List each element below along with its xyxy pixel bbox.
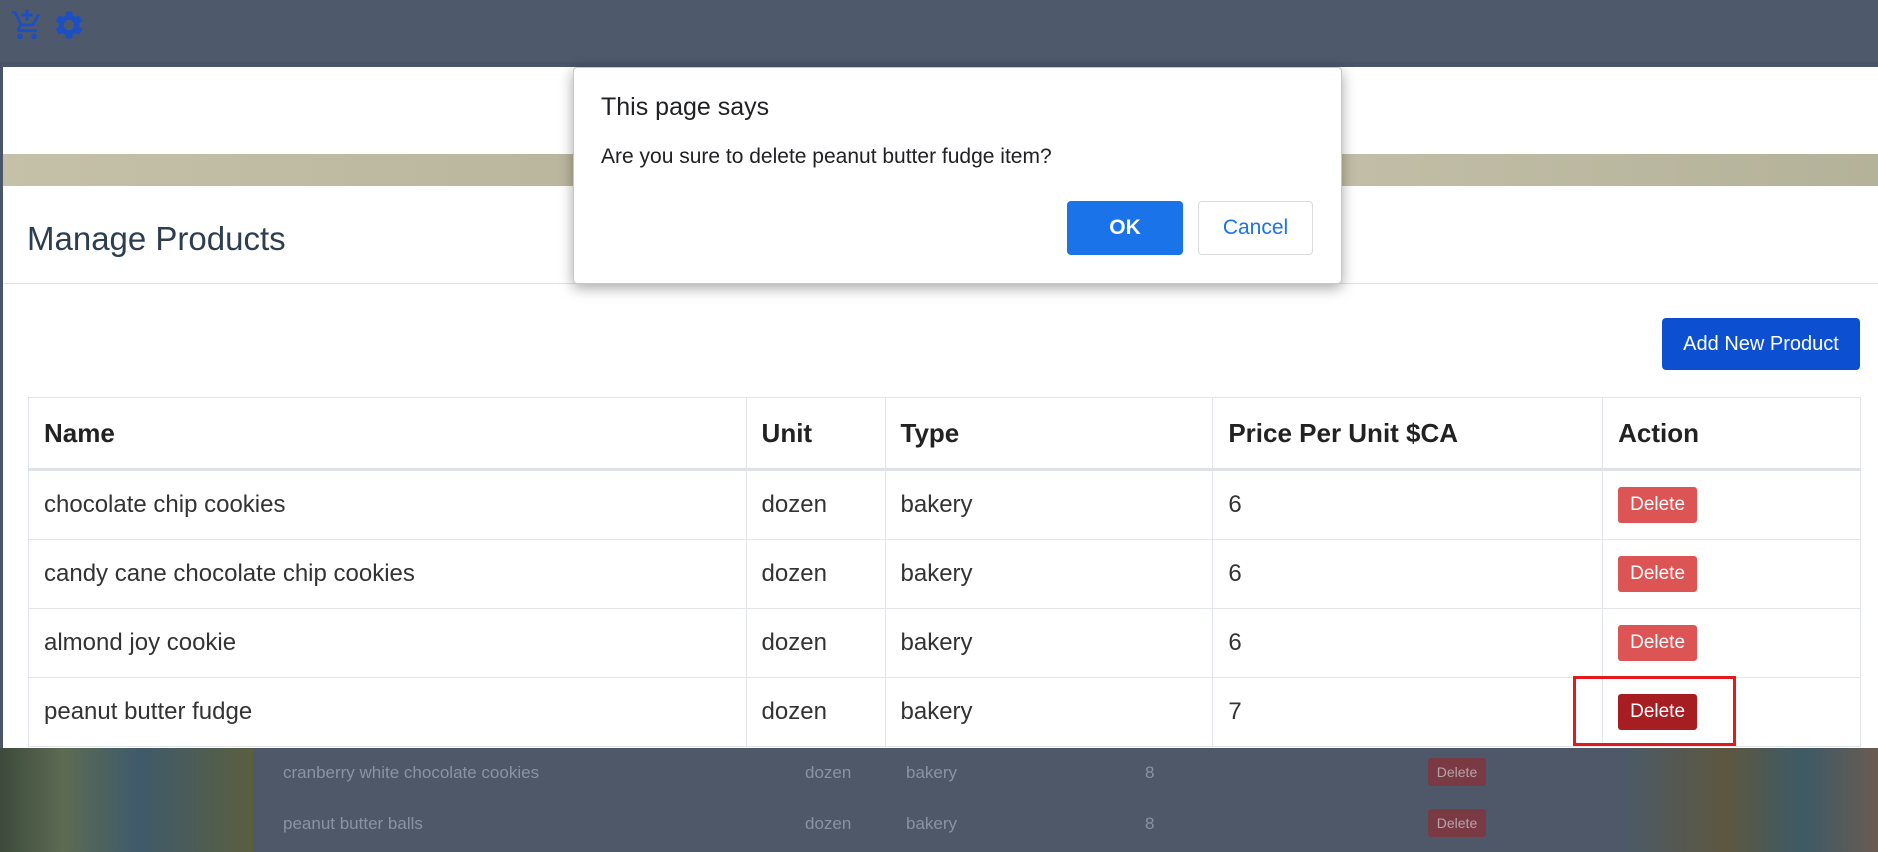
bg-cell-unit: dozen [805,763,852,782]
click-highlight-box [1573,676,1736,746]
column-header-price: Price Per Unit $CA [1212,397,1604,471]
add-new-product-button[interactable]: Add New Product [1662,318,1860,370]
column-header-type: Type [884,397,1214,471]
background-image-right [1625,748,1878,852]
cell-type: bakery [884,539,1214,609]
table-row: candy cane chocolate chip cookies dozen … [28,539,1861,609]
cell-name: candy cane chocolate chip cookies [28,539,747,609]
cell-price: 6 [1212,539,1604,609]
background-image-left [0,748,253,852]
cell-price: 6 [1212,469,1604,540]
cell-action: Delete [1602,608,1861,678]
ok-button[interactable]: OK [1067,201,1183,255]
cell-name: peanut butter fudge [28,677,747,747]
cart-icon[interactable] [10,8,44,42]
confirm-dialog: This page says Are you sure to delete pe… [573,67,1342,284]
cell-unit: dozen [745,677,886,747]
bg-cell-price: 8 [1145,814,1155,833]
bg-cell-name: cranberry white chocolate cookies [283,763,540,782]
cell-type: bakery [884,469,1214,540]
cell-unit: dozen [745,539,886,609]
bg-delete-button: Delete [1428,809,1486,837]
cell-name: chocolate chip cookies [28,469,747,540]
bg-cell-price: 8 [1145,763,1155,782]
cell-type: bakery [884,608,1214,678]
gear-icon[interactable] [52,8,86,42]
cell-unit: dozen [745,469,886,540]
column-header-name: Name [28,397,747,471]
background-table-row: cranberry white chocolate cookies dozen … [253,748,1625,798]
table-row: almond joy cookie dozen bakery 6 Delete [28,608,1861,678]
cancel-button[interactable]: Cancel [1198,201,1313,255]
top-navbar [0,0,1878,62]
background-table: cranberry white chocolate cookies dozen … [253,748,1625,852]
delete-button[interactable]: Delete [1618,625,1698,661]
bg-cell-type: bakery [906,814,958,833]
bg-cell-name: peanut butter balls [283,814,423,833]
table-row: chocolate chip cookies dozen bakery 6 De… [28,469,1861,540]
column-header-unit: Unit [745,397,886,471]
delete-button[interactable]: Delete [1618,556,1698,592]
cell-name: almond joy cookie [28,608,747,678]
bg-delete-button: Delete [1428,758,1486,786]
dialog-message: Are you sure to delete peanut butter fud… [601,145,1052,168]
cell-action: Delete [1602,539,1861,609]
background-table-row: peanut butter balls dozen bakery 8 Delet… [253,799,1625,849]
dialog-title: This page says [601,93,770,121]
cell-price: 6 [1212,608,1604,678]
bg-cell-unit: dozen [805,814,852,833]
page-title: Manage Products [27,220,286,257]
cell-unit: dozen [745,608,886,678]
bg-cell-type: bakery [906,763,958,782]
cell-price: 7 [1212,677,1604,747]
cell-action: Delete [1602,469,1861,540]
cell-type: bakery [884,677,1214,747]
delete-button[interactable]: Delete [1618,487,1698,523]
column-header-action: Action [1602,397,1861,471]
table-header-row: Name Unit Type Price Per Unit $CA Action [28,397,1861,471]
